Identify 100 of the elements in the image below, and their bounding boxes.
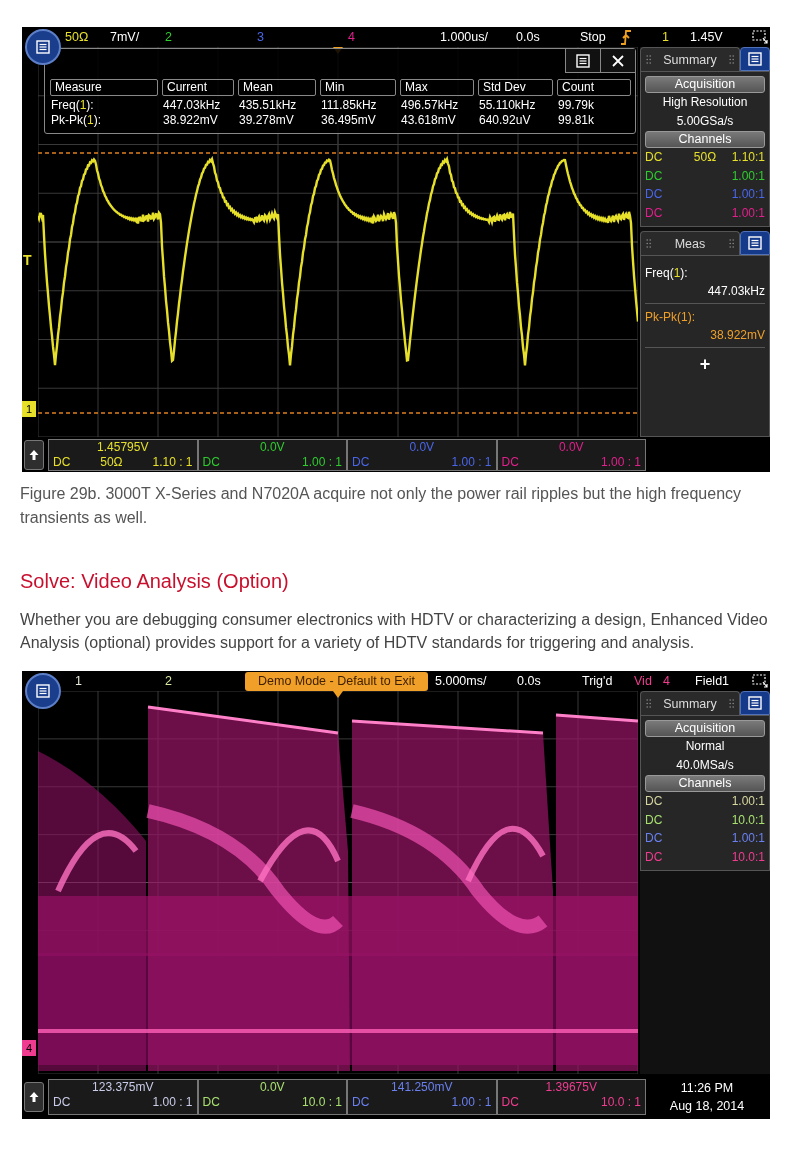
- grip-icon: [729, 55, 734, 64]
- summary-tab[interactable]: Summary: [640, 691, 740, 715]
- close-icon: [611, 53, 625, 68]
- section-heading: Solve: Video Analysis (Option): [20, 569, 290, 594]
- clock-time: 11:26 PM: [680, 1079, 734, 1097]
- measurement-label[interactable]: Freq(1):: [645, 264, 765, 282]
- menu-button[interactable]: [25, 29, 61, 65]
- channel-coupling: DC: [645, 848, 663, 866]
- channel-impedance: 50Ω: [100, 454, 123, 470]
- status-text: 1.45V: [690, 30, 723, 44]
- column-header: Current: [162, 79, 234, 96]
- channel-offset: 1.39675V: [545, 1079, 597, 1095]
- add-measurement-button[interactable]: +: [695, 354, 715, 375]
- sample-rate-text: 40.0MSa/s: [675, 757, 735, 774]
- tab-label: Summary: [663, 52, 717, 67]
- status-text: 3: [257, 30, 264, 44]
- channel-info-box[interactable]: 141.250mV DC 1.00 : 1: [347, 1078, 497, 1115]
- channel-coupling: DC: [202, 454, 220, 470]
- menu-icon: [748, 52, 762, 66]
- tab-label: Meas: [674, 236, 706, 251]
- channel-ratio: 10.0:1: [731, 811, 765, 829]
- acquisition-mode-text: High Resolution: [661, 94, 749, 111]
- sample-rate-text: 5.00GSa/s: [675, 113, 735, 130]
- channel-offset: 141.250mV: [391, 1079, 453, 1095]
- column-header: Mean: [238, 79, 316, 96]
- menu-icon: [748, 236, 762, 250]
- status-text: 4: [663, 674, 670, 688]
- channel-coupling: DC: [645, 811, 663, 829]
- table-cell-text: 99.81k: [557, 113, 596, 128]
- channel-impedance: 50Ω: [693, 149, 717, 166]
- channel-offset: 0.0V: [259, 1079, 285, 1095]
- zoom-box-icon: [752, 674, 768, 688]
- channel-ratio: 10.0:1: [731, 848, 765, 866]
- measurement-value: 38.922mV: [709, 327, 765, 344]
- channel-info-box[interactable]: 1.45795V DC 50Ω 1.10 : 1: [48, 438, 198, 471]
- body-text: Whether you are debugging consumer electronics with HDTV or characterizing a design, Enhanced Video Analysis (optional) provides support for a variety of HDTV standards for triggering and analysis.: [20, 610, 769, 653]
- channel-ratio: 10.0 : 1: [301, 1094, 342, 1110]
- menu-button[interactable]: [25, 673, 61, 709]
- status-text: 50Ω: [65, 30, 89, 44]
- channel-info-box[interactable]: 0.0V DC 1.00 : 1: [347, 438, 497, 471]
- close-button[interactable]: [600, 49, 635, 73]
- channel-ratio: 1.00:1: [731, 167, 765, 185]
- channel-ratio: 1.00 : 1: [152, 1094, 193, 1110]
- channel-offset: 0.0V: [558, 439, 584, 455]
- channel-ratio: 1.00:1: [731, 830, 765, 847]
- channel-info-box[interactable]: 1.39675V DC 10.0 : 1: [496, 1078, 646, 1115]
- column-header: Max: [400, 79, 474, 96]
- grip-icon: [646, 699, 651, 708]
- clock-date: Aug 18, 2014: [669, 1097, 745, 1115]
- channel-ratio: 1.10 : 1: [152, 454, 193, 470]
- status-text: 2: [165, 674, 172, 688]
- panel-menu-button[interactable]: [740, 47, 770, 71]
- expand-button[interactable]: [24, 439, 44, 470]
- table-cell-text: 36.495mV: [320, 113, 377, 128]
- channel-offset: 123.375mV: [92, 1079, 154, 1095]
- status-text: 7mV/: [110, 30, 140, 44]
- status-text: 1.000us/: [440, 30, 488, 44]
- channel-coupling: DC: [53, 454, 71, 470]
- channel-info-box[interactable]: 0.0V DC 1.00 : 1: [197, 438, 347, 471]
- measurement-label[interactable]: Pk-Pk(1):: [645, 308, 765, 326]
- status-text: 5.000ms/: [435, 674, 487, 688]
- channel-ratio: 1.00 : 1: [600, 454, 641, 470]
- section-header-button[interactable]: Acquisition: [645, 720, 765, 737]
- demo-mode-banner[interactable]: Demo Mode - Default to Exit: [245, 671, 428, 691]
- channel-coupling: DC: [645, 149, 663, 166]
- panel-menu-button[interactable]: [740, 691, 770, 715]
- menu-icon: [576, 53, 590, 68]
- channel-info-box[interactable]: 0.0V DC 1.00 : 1: [496, 438, 646, 471]
- channel-offset: 1.45795V: [97, 439, 149, 455]
- status-text: 2: [165, 30, 172, 44]
- table-cell-text: 447.03kHz: [162, 98, 222, 113]
- tab-label: Summary: [663, 696, 717, 711]
- channel-coupling: DC: [645, 793, 663, 810]
- summary-tab[interactable]: Summary: [640, 47, 740, 71]
- channel-ratio: 1.10:1: [731, 149, 765, 166]
- expand-button[interactable]: [24, 1081, 44, 1112]
- table-cell-text: 39.278mV: [238, 113, 295, 128]
- row-label: Pk-Pk(1):: [50, 113, 103, 128]
- measurement-value: 447.03kHz: [706, 283, 765, 300]
- row-label: Freq(1):: [50, 98, 95, 113]
- grip-icon: [646, 55, 651, 64]
- channel-ratio: 1.00:1: [731, 204, 765, 222]
- table-cell-text: 43.618mV: [400, 113, 457, 128]
- channel-offset: 0.0V: [409, 439, 435, 455]
- section-header-button[interactable]: Channels: [645, 775, 765, 792]
- section-header-button[interactable]: Channels: [645, 131, 765, 148]
- channel-info-box[interactable]: 0.0V DC 10.0 : 1: [197, 1078, 347, 1115]
- menu-button[interactable]: [565, 49, 600, 73]
- channel-info-box[interactable]: 123.375mV DC 1.00 : 1: [48, 1078, 198, 1115]
- table-cell-text: 435.51kHz: [238, 98, 298, 113]
- channel-ratio: 10.0 : 1: [600, 1094, 641, 1110]
- column-header: Measure: [50, 79, 158, 96]
- grip-icon: [729, 699, 734, 708]
- ground-marker: 1: [22, 401, 36, 417]
- zoom-box-icon: [752, 30, 768, 44]
- meas-tab[interactable]: Meas: [640, 231, 740, 255]
- column-header: Count: [557, 79, 631, 96]
- panel-menu-button[interactable]: [740, 231, 770, 255]
- channel-ratio: 1.00:1: [731, 186, 765, 203]
- section-header-button[interactable]: Acquisition: [645, 76, 765, 93]
